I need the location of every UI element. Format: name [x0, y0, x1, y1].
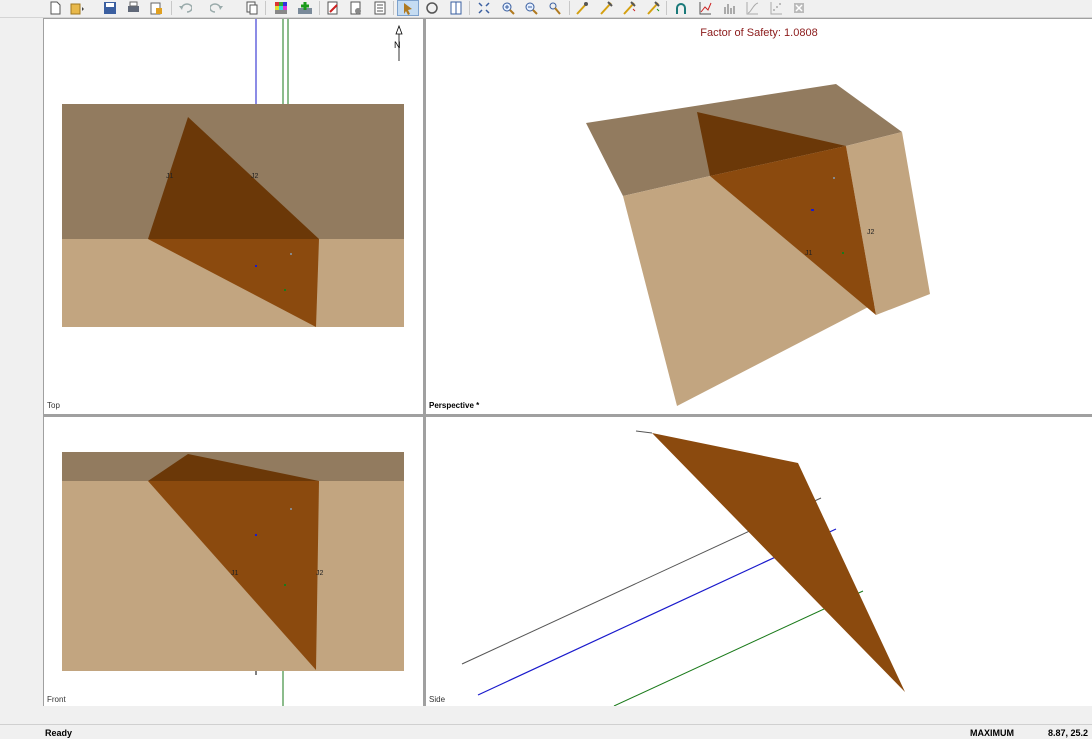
- viewports-icon[interactable]: [447, 0, 465, 16]
- bolt-icon[interactable]: [573, 0, 591, 16]
- joint2-label-top: J2: [251, 173, 259, 180]
- joint1-label-perspective: J1: [805, 250, 813, 257]
- shotcrete-icon[interactable]: [597, 0, 615, 16]
- viewport-label-front: Front: [47, 695, 66, 704]
- main-toolbar: [0, 0, 1092, 18]
- excel-icon[interactable]: [790, 0, 808, 16]
- viewport-label-side: Side: [429, 695, 446, 704]
- compute-grid-icon[interactable]: [371, 0, 389, 16]
- zoom-out-icon[interactable]: [522, 0, 540, 16]
- joint2-label-front: J2: [316, 570, 324, 577]
- joint2-label-perspective: J2: [867, 229, 875, 236]
- cumulative-icon[interactable]: [743, 0, 761, 16]
- status-ready: Ready: [45, 728, 73, 738]
- north-arrow-icon: N: [394, 24, 403, 61]
- add-joint-icon[interactable]: [296, 0, 314, 16]
- top-viewport[interactable]: J1 J2 N Top: [44, 19, 423, 414]
- zoom-in-icon[interactable]: [499, 0, 517, 16]
- wedge-side: [652, 433, 905, 692]
- zoom-extents-icon[interactable]: [475, 0, 493, 16]
- joint1-label-front: J1: [231, 570, 239, 577]
- select-icon[interactable]: [397, 0, 419, 16]
- rotate-icon[interactable]: [423, 0, 441, 16]
- perspective-viewport[interactable]: Factor of Safety: 1.0808 J1 J2 Perspecti…: [426, 19, 1092, 414]
- status-bar: Ready MAXIMUM 8.87, 25.2: [0, 724, 1092, 739]
- save-icon[interactable]: [101, 0, 119, 16]
- status-coords: 8.87, 25.2: [1048, 728, 1089, 738]
- side-viewport[interactable]: Side: [426, 417, 1092, 706]
- status-mode: MAXIMUM: [970, 728, 1014, 738]
- scatter-icon[interactable]: [767, 0, 785, 16]
- copy-icon[interactable]: [243, 0, 261, 16]
- front-viewport[interactable]: J1 J2 Front: [44, 417, 423, 706]
- redo-icon[interactable]: [208, 0, 226, 16]
- new-file-icon[interactable]: [46, 0, 64, 16]
- viewport-label-top: Top: [47, 401, 60, 410]
- open-folder-icon[interactable]: [68, 0, 86, 16]
- histogram-icon[interactable]: [720, 0, 738, 16]
- graph-icon[interactable]: [696, 0, 714, 16]
- export-icon[interactable]: [147, 0, 165, 16]
- print-icon[interactable]: [124, 0, 142, 16]
- stereonet-icon[interactable]: [672, 0, 690, 16]
- viewport-label-perspective: Perspective *: [429, 401, 480, 410]
- display-options-icon[interactable]: [272, 0, 290, 16]
- force-icon[interactable]: [644, 0, 662, 16]
- edit-joint-icon[interactable]: [324, 0, 342, 16]
- north-label: N: [394, 40, 401, 50]
- undo-icon[interactable]: [176, 0, 194, 16]
- viewport-area: J1 J2 N Top Factor of Safety: 1.0808 J1: [43, 18, 1092, 706]
- pressure-icon[interactable]: [620, 0, 638, 16]
- pan-icon[interactable]: [546, 0, 564, 16]
- compute-icon[interactable]: [347, 0, 365, 16]
- joint1-label-top: J1: [166, 173, 174, 180]
